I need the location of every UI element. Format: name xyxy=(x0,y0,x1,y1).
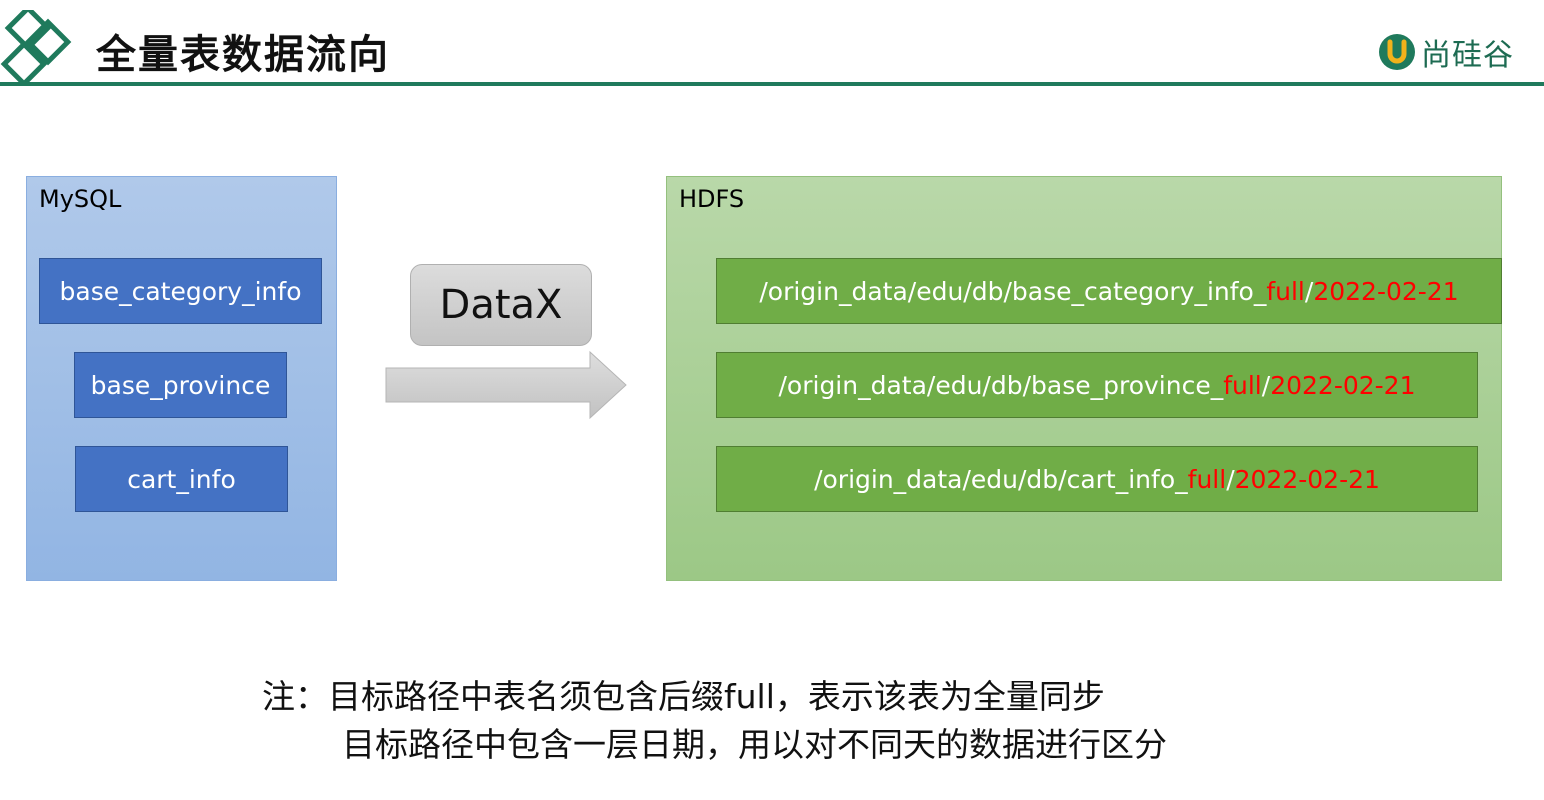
note-line-2: 目标路径中包含一层日期，用以对不同天的数据进行区分 xyxy=(342,725,1167,764)
path-date: 2022-02-21 xyxy=(1234,464,1380,494)
path-prefix: /origin_data/edu/db/base_province_ xyxy=(778,370,1224,400)
path-prefix: /origin_data/edu/db/cart_info_ xyxy=(814,464,1188,494)
path-date: 2022-02-21 xyxy=(1270,370,1416,400)
page-title: 全量表数据流向 xyxy=(96,32,390,78)
path-box-base-province: /origin_data/edu/db/base_province_ full/2… xyxy=(716,352,1478,418)
path-separator: / xyxy=(1304,276,1314,306)
path-separator: / xyxy=(1261,370,1271,400)
path-separator: / xyxy=(1226,464,1235,494)
path-prefix: /origin_data/edu/db/base_category_info_ xyxy=(759,276,1267,306)
table-box-cart-info: cart_info xyxy=(75,446,288,512)
table-box-base-category-info: base_category_info xyxy=(39,258,322,324)
brand-u-icon xyxy=(1379,34,1415,70)
diamonds-logo-icon xyxy=(0,10,72,86)
brand-name: 尚硅谷 xyxy=(1421,38,1514,73)
path-suffix: full xyxy=(1266,276,1305,306)
header-divider xyxy=(0,82,1544,86)
path-box-cart-info: /origin_data/edu/db/cart_info_ full/2022-… xyxy=(716,446,1478,512)
hdfs-label: HDFS xyxy=(679,185,745,213)
path-suffix: full xyxy=(1223,370,1262,400)
path-date: 2022-02-21 xyxy=(1313,276,1459,306)
path-suffix: full xyxy=(1187,464,1227,494)
path-box-base-category-info: /origin_data/edu/db/base_category_info_ f… xyxy=(716,258,1502,324)
note-line-1: 注：目标路径中表名须包含后缀full，表示该表为全量同步 xyxy=(262,677,1105,716)
mysql-label: MySQL xyxy=(39,185,122,213)
flow-arrow-icon xyxy=(385,350,627,420)
brand-logo: 尚硅谷 xyxy=(1377,30,1514,74)
datax-box: DataX xyxy=(410,264,592,346)
table-box-base-province: base_province xyxy=(74,352,287,418)
